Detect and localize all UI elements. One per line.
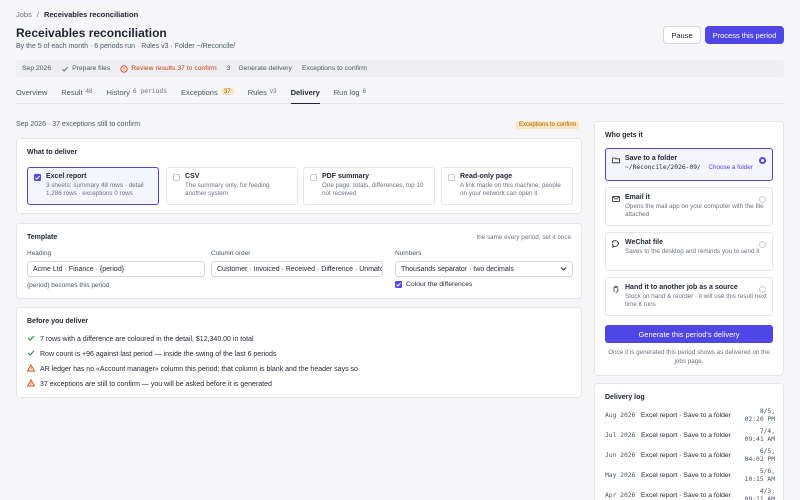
column-order-input[interactable]: Customer · Invoiced · Received · Differe… xyxy=(211,261,383,277)
colour-differences-checkbox[interactable]: Colour the differences xyxy=(395,281,472,288)
log-row[interactable]: Aug 2026 Excel report · Save to a folder 8… xyxy=(605,408,775,428)
radio-button[interactable] xyxy=(759,241,766,248)
page-title: Receivables reconciliation xyxy=(16,26,167,40)
log-row[interactable]: May 2026 Excel report · Save to a folder 5… xyxy=(605,468,775,488)
radio-button[interactable] xyxy=(759,196,766,203)
deliver-title: What to deliver xyxy=(27,149,78,156)
warning-item: 37 exceptions are still to confirm — you… xyxy=(26,378,272,389)
tab-delivery[interactable]: Delivery xyxy=(290,88,320,104)
template-title: Template xyxy=(27,234,58,241)
tab-count: 37 xyxy=(220,88,234,95)
checks-card: Before you deliver 7 rows with a differe… xyxy=(16,307,582,398)
warning-item: AR ledger has no «Account manager» colum… xyxy=(26,363,358,374)
breadcrumb: Jobs / Receivables reconciliation xyxy=(16,10,138,19)
deliver-card: What to deliver Excel report 3 sheets: s… xyxy=(16,138,582,214)
log-title: Delivery log xyxy=(605,394,645,401)
format-pdf[interactable]: PDF summary One page: totals, difference… xyxy=(303,167,435,205)
option-save-folder[interactable]: Save to a folder ~/Reconcile/2026-09/ Ch… xyxy=(605,148,773,181)
process-period-button[interactable]: Process this period xyxy=(705,26,784,44)
format-csv[interactable]: CSV The summary only, for feeding anothe… xyxy=(166,167,298,205)
check-icon xyxy=(27,334,35,344)
tab-rules[interactable]: Rules v3 xyxy=(248,88,277,104)
checkbox[interactable] xyxy=(310,174,317,181)
step-exceptions[interactable]: Exceptions to confirm xyxy=(302,65,367,72)
warning-triangle-icon xyxy=(26,363,36,374)
step-number: 3 xyxy=(226,65,231,72)
template-note: · the same every period, set it once xyxy=(472,234,571,241)
tab-count: 48 xyxy=(85,88,93,95)
checkbox[interactable] xyxy=(448,174,455,181)
page-subtitle: By the 5 of each month · 6 periods run ·… xyxy=(16,43,236,50)
tab-history[interactable]: History 6 periods xyxy=(107,88,167,104)
numbers-select[interactable]: Thousands separator · two decimals xyxy=(395,261,573,277)
log-row[interactable]: Jul 2026 Excel report · Save to a folder 7… xyxy=(605,428,775,448)
tab-count: 6 xyxy=(362,88,367,95)
chevron-down-icon xyxy=(560,265,567,274)
step-review[interactable]: Review results 37 to confirm xyxy=(120,64,217,73)
check-icon xyxy=(61,65,69,73)
format-readonly-page[interactable]: Read-only page A link made on this machi… xyxy=(441,167,573,205)
checkbox[interactable] xyxy=(395,281,402,288)
hand-icon xyxy=(612,285,620,293)
tab-exceptions[interactable]: Exceptions 37 xyxy=(181,88,234,104)
choose-folder-link[interactable]: Choose a folder xyxy=(708,164,752,171)
who-gets-it-card: Who gets it Save to a folder ~/Reconcile… xyxy=(594,121,784,376)
chat-bubble-icon xyxy=(611,240,620,249)
tab-overview[interactable]: Overview xyxy=(16,88,47,104)
check-item: Row count is +96 against last period — i… xyxy=(27,349,276,359)
check-icon xyxy=(27,349,35,359)
folder-icon xyxy=(612,156,620,164)
breadcrumb-parent[interactable]: Jobs xyxy=(16,10,32,19)
status-line: Sep 2026 · 37 exceptions still to confir… xyxy=(16,121,141,128)
heading-hint: {period} becomes this period xyxy=(27,282,110,289)
who-title: Who gets it xyxy=(605,132,643,139)
radio-button[interactable] xyxy=(759,286,766,293)
column-order-label: Column order xyxy=(211,250,251,257)
tab-count: 6 periods xyxy=(132,88,168,95)
template-card: Template · the same every period, set it… xyxy=(16,223,582,299)
pause-button[interactable]: Pause xyxy=(663,26,701,44)
step-prepare[interactable]: Prepare files xyxy=(61,65,110,73)
option-wechat[interactable]: WeChat file Saves to the desktop and rem… xyxy=(605,232,773,271)
log-row[interactable]: Jun 2026 Excel report · Save to a folder 6… xyxy=(605,448,775,468)
generate-note: Once it is generated this period shows a… xyxy=(608,349,770,365)
breadcrumb-current: Receivables reconciliation xyxy=(43,10,139,19)
status-badge[interactable]: Exceptions to confirm xyxy=(516,121,580,129)
mail-icon xyxy=(612,195,620,203)
tab-result[interactable]: Result 48 xyxy=(61,88,92,104)
delivery-log-card: Delivery log Aug 2026 Excel report · Save… xyxy=(594,383,784,500)
checks-title: Before you deliver xyxy=(27,318,89,325)
heading-label: Heading xyxy=(27,250,52,257)
checkbox[interactable] xyxy=(34,174,41,181)
breadcrumb-separator: / xyxy=(36,10,39,19)
tab-run-log[interactable]: Run log 6 xyxy=(334,88,366,104)
log-row[interactable]: Apr 2026 Excel report · Save to a folder 4… xyxy=(605,488,775,500)
format-excel[interactable]: Excel report 3 sheets: summary 48 rows ·… xyxy=(27,167,159,205)
step-generate[interactable]: 3 Generate delivery xyxy=(227,65,292,72)
tab-count: v3 xyxy=(269,88,277,95)
heading-input[interactable]: Acme Ltd · Finance · {period} xyxy=(27,261,205,277)
option-hand-to-job[interactable]: Hand it to another job as a source Stock… xyxy=(605,277,773,316)
radio-button[interactable] xyxy=(759,157,766,164)
warning-triangle-icon xyxy=(26,378,36,389)
option-email[interactable]: Email it Opens the mail app on your comp… xyxy=(605,187,773,226)
check-item: 7 rows with a difference are coloured in… xyxy=(27,334,254,344)
numbers-label: Numbers xyxy=(395,250,422,257)
checkbox[interactable] xyxy=(173,174,180,181)
tab-bar: Overview Result 48 History 6 periods Excep… xyxy=(16,88,784,104)
generate-delivery-button[interactable]: Generate this period's delivery xyxy=(605,325,773,343)
progress-steps: Sep 2026 Prepare files Review results 37… xyxy=(16,60,784,77)
step-period: Sep 2026 xyxy=(22,65,52,72)
alert-circle-icon xyxy=(120,64,128,73)
